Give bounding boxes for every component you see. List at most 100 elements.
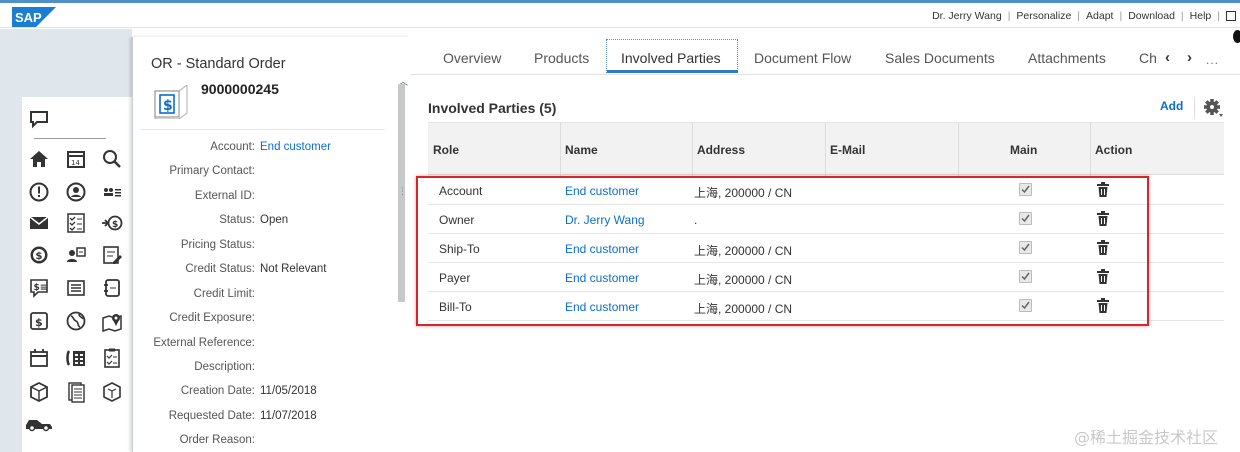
tab-overview[interactable]: Overview [443, 50, 501, 66]
tab-products[interactable]: Products [534, 50, 589, 66]
field-order-reason: Order Reason: [133, 434, 393, 450]
section-title: Involved Parties (5) [428, 100, 557, 116]
map-pin-icon[interactable] [101, 310, 123, 332]
tab-scroll-right-icon[interactable]: › [1187, 49, 1192, 66]
gear-icon[interactable] [1202, 97, 1224, 119]
field-label: Credit Status: [185, 263, 255, 275]
tab-truncated[interactable]: Ch [1139, 50, 1157, 66]
account-link[interactable]: End customer [260, 141, 331, 153]
field-value: 11/07/2018 [260, 410, 317, 422]
tab-strip: Overview Products Involved Parties Docum… [410, 37, 1240, 75]
person-icon[interactable] [65, 181, 87, 203]
calendar-icon[interactable]: 14 [65, 148, 87, 170]
field-status: Status: Open [133, 214, 393, 230]
field-label: External Reference: [153, 337, 255, 349]
watermark-text: @稀土掘金技术社区 [1074, 428, 1219, 447]
column-header-role[interactable]: Role [433, 143, 459, 157]
field-external-id: External ID: [133, 190, 393, 206]
field-requested-date: Requested Date: 11/07/2018 [133, 410, 393, 426]
download-link[interactable]: Download [1122, 10, 1181, 22]
field-label: Description: [194, 361, 255, 373]
document-icon[interactable] [65, 381, 87, 403]
field-credit-exposure: Credit Exposure: [133, 312, 393, 328]
field-creation-date: Creation Date: 11/05/2018 [133, 385, 393, 401]
tab-scroll-left-icon[interactable]: ‹ [1165, 49, 1170, 66]
tab-document-flow[interactable]: Document Flow [754, 50, 851, 66]
column-header-main[interactable]: Main [1010, 143, 1037, 157]
user-link[interactable]: Dr. Jerry Wang [926, 10, 1008, 22]
svg-text:14: 14 [71, 159, 80, 167]
field-label: Account: [210, 141, 255, 153]
column-header-name[interactable]: Name [565, 143, 598, 157]
field-label: Creation Date: [180, 385, 255, 397]
dollar-circle-icon[interactable]: $ [28, 244, 50, 266]
field-value: Open [260, 214, 289, 226]
highlight-annotation-box [416, 176, 1149, 326]
org-icon[interactable] [101, 181, 123, 203]
phone-book-icon[interactable] [65, 347, 87, 369]
field-external-reference: External Reference: [133, 337, 393, 353]
field-value: Not Relevant [260, 263, 327, 275]
schedule-icon[interactable] [28, 347, 50, 369]
field-value: 11/05/2018 [260, 385, 317, 397]
tab-attachments[interactable]: Attachments [1028, 50, 1106, 66]
field-label: Requested Date: [168, 410, 255, 422]
table-header: Role Name Address E-Mail Main Action [428, 122, 1224, 176]
divider [141, 129, 385, 130]
add-button[interactable]: Add [1160, 99, 1183, 113]
splitter-handle-icon[interactable]: ⋮ [398, 186, 407, 197]
field-credit-limit: Credit Limit: [133, 288, 393, 304]
globe-icon[interactable] [65, 310, 87, 332]
product-icon[interactable] [28, 381, 50, 403]
edit-doc-icon[interactable] [101, 244, 123, 266]
column-header-address[interactable]: Address [697, 143, 745, 157]
message-icon[interactable] [28, 108, 50, 130]
task-icon[interactable] [101, 347, 123, 369]
tab-involved-parties[interactable]: Involved Parties [621, 50, 721, 66]
tab-sales-documents[interactable]: Sales Documents [885, 50, 995, 66]
field-label: External ID: [194, 190, 255, 202]
column-header-email[interactable]: E-Mail [830, 143, 865, 157]
divider [34, 138, 106, 139]
svg-text:$: $ [36, 251, 43, 262]
contact-card-icon[interactable] [65, 244, 87, 266]
svg-text:$: $ [35, 316, 43, 329]
invoice-icon[interactable]: $≡ [28, 277, 50, 299]
object-header-panel: OR - Standard Order $ 9000000245 Account… [132, 37, 410, 452]
svg-text:$: $ [163, 98, 173, 114]
payment-icon[interactable]: $ [101, 212, 123, 234]
list-icon[interactable] [65, 277, 87, 299]
svg-text:$≡: $≡ [34, 283, 48, 293]
field-label: Primary Contact: [169, 165, 255, 177]
tab-overflow-button[interactable]: ... [1206, 53, 1219, 67]
box-icon[interactable] [101, 381, 123, 403]
field-label: Pricing Status: [180, 239, 255, 251]
separator [1194, 97, 1195, 119]
column-header-action[interactable]: Action [1095, 143, 1132, 157]
alert-icon[interactable] [28, 181, 50, 203]
field-label: Status: [219, 214, 255, 226]
column-divider [825, 123, 826, 176]
checklist-icon[interactable] [65, 212, 87, 234]
car-icon[interactable] [24, 411, 54, 433]
adapt-link[interactable]: Adapt [1080, 10, 1119, 22]
dollar-doc-icon[interactable]: $ [28, 310, 50, 332]
home-icon[interactable] [28, 148, 50, 170]
sap-logo-text: SAP [15, 10, 42, 25]
field-description: Description: [133, 361, 393, 377]
info-icon[interactable] [1233, 30, 1240, 43]
note-icon[interactable] [101, 277, 123, 299]
mail-icon[interactable] [28, 212, 50, 234]
separator: | [1217, 10, 1220, 22]
navigation-icon-bar: 14 $ $ $≡ $ [22, 97, 132, 452]
active-tab-indicator [607, 70, 738, 73]
field-credit-status: Credit Status: Not Relevant [133, 263, 393, 279]
personalize-link[interactable]: Personalize [1010, 10, 1077, 22]
window-icon[interactable] [1226, 11, 1236, 21]
sap-logo[interactable]: SAP [12, 7, 56, 27]
order-number: 9000000245 [201, 81, 279, 97]
sales-order-icon: $ [154, 85, 188, 119]
help-link[interactable]: Help [1184, 10, 1218, 22]
search-icon[interactable] [101, 148, 123, 170]
column-divider [958, 123, 959, 176]
